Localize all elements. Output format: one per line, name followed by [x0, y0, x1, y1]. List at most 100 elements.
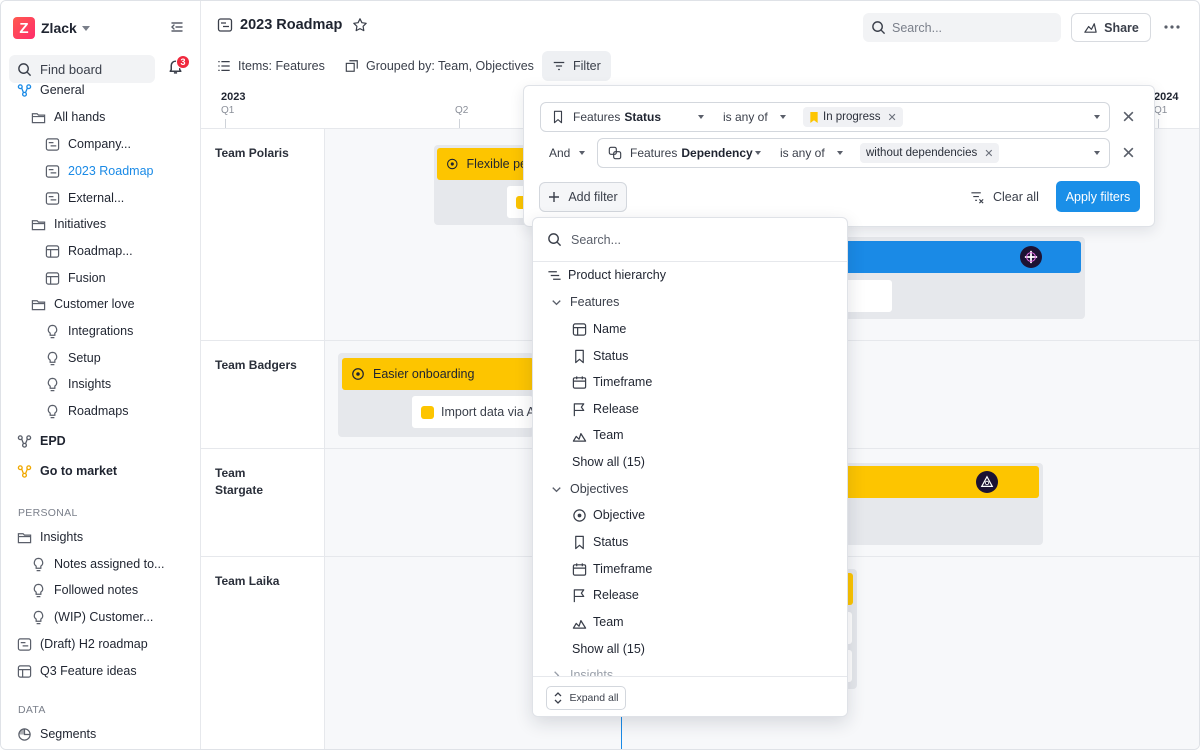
- sidebar-item-label: Roadmaps: [68, 404, 129, 418]
- conjunction-select[interactable]: And: [540, 138, 594, 168]
- chip-label: without dependencies: [866, 147, 978, 159]
- sidebar-item-general[interactable]: General: [17, 79, 84, 101]
- branch-icon: [17, 83, 32, 97]
- group-icon: [345, 60, 358, 72]
- bulb-icon: [47, 404, 58, 418]
- sidebar-item-label: Integrations: [68, 324, 134, 338]
- option-features-release[interactable]: Release: [572, 398, 639, 420]
- group-features[interactable]: Features: [549, 291, 619, 313]
- filter-field-select[interactable]: Features Dependency: [597, 138, 771, 168]
- sidebar-item-all-hands[interactable]: All hands: [31, 106, 105, 128]
- axis-tick: [459, 119, 460, 128]
- filter-button[interactable]: Filter: [542, 51, 611, 81]
- option-objectives-release[interactable]: Release: [572, 584, 639, 606]
- items-selector[interactable]: Items: Features: [217, 51, 325, 81]
- option-features-status[interactable]: Status: [572, 345, 628, 367]
- sidebar-item-personal-insights[interactable]: Insights: [17, 526, 83, 548]
- sidebar-item-roadmaps[interactable]: Roadmaps: [45, 400, 128, 422]
- remove-filter-icon[interactable]: [1122, 146, 1135, 159]
- option-features-team[interactable]: Team: [572, 424, 624, 446]
- clear-all-button[interactable]: Clear all: [970, 182, 1039, 212]
- sidebar-item-q3-feature-ideas[interactable]: Q3 Feature ideas: [17, 660, 137, 682]
- option-label: Product hierarchy: [568, 268, 666, 282]
- show-all-objectives[interactable]: Show all (15): [572, 638, 645, 660]
- remove-chip-icon[interactable]: ✕: [888, 111, 897, 124]
- expand-all-button[interactable]: Expand all: [546, 686, 626, 710]
- star-icon[interactable]: [352, 17, 368, 33]
- option-objectives-objective[interactable]: Objective: [572, 504, 645, 526]
- group-insights[interactable]: Insights: [549, 664, 613, 676]
- avatar-triangle[interactable]: [976, 471, 998, 493]
- sidebar-item-epd[interactable]: EPD: [17, 430, 66, 452]
- filter-value-select[interactable]: In progress ✕: [795, 102, 1110, 132]
- field-name: Status: [624, 110, 662, 124]
- workspace-switcher[interactable]: Z Zlack: [13, 16, 189, 40]
- remove-chip-icon[interactable]: ✕: [984, 147, 993, 160]
- option-features-timeframe[interactable]: Timeframe: [572, 371, 652, 393]
- option-label: Team: [593, 615, 624, 629]
- objective-bar-easier-onboarding[interactable]: Easier onboarding: [342, 358, 534, 390]
- option-objectives-team[interactable]: Team: [572, 611, 624, 633]
- folder-icon: [17, 532, 32, 543]
- app-window: Z Zlack Find board 3 General All hands C…: [0, 0, 1200, 750]
- sidebar-item-segments[interactable]: Segments: [17, 723, 96, 745]
- grouped-by-selector[interactable]: Grouped by: Team, Objectives: [345, 51, 534, 81]
- sidebar-item-label: Initiatives: [54, 217, 107, 231]
- share-button[interactable]: Share: [1071, 13, 1151, 42]
- filter-operator-select[interactable]: is any of: [770, 138, 853, 168]
- sidebar-item-fusion[interactable]: Fusion: [45, 267, 106, 289]
- sidebar-item-draft-h2[interactable]: (Draft) H2 roadmap: [17, 633, 148, 655]
- collapse-sidebar-icon[interactable]: [169, 19, 185, 35]
- objective-bar-flexible[interactable]: Flexible pe: [437, 148, 527, 180]
- sidebar-item-initiatives[interactable]: Initiatives: [31, 213, 106, 235]
- add-filter-dropdown: Search... Product hierarchy Features Nam…: [532, 217, 848, 717]
- sidebar-item-company[interactable]: Company...: [45, 133, 131, 155]
- grid-icon: [17, 664, 32, 678]
- sidebar-item-notes-assigned[interactable]: Notes assigned to...: [31, 553, 164, 575]
- sidebar-item-followed-notes[interactable]: Followed notes: [31, 579, 138, 601]
- sidebar-item-go-to-market[interactable]: Go to market: [17, 460, 117, 482]
- field-prefix: Features: [573, 110, 621, 124]
- dropdown-search-input[interactable]: Search...: [533, 218, 847, 262]
- bookmark-icon: [575, 349, 584, 363]
- remove-filter-icon[interactable]: [1122, 110, 1135, 123]
- filter-label: Filter: [573, 59, 601, 73]
- sidebar-item-integrations[interactable]: Integrations: [45, 320, 133, 342]
- option-objectives-status[interactable]: Status: [572, 531, 628, 553]
- sidebar-item-external[interactable]: External...: [45, 187, 124, 209]
- add-filter-button[interactable]: Add filter: [539, 182, 627, 212]
- bulb-icon: [33, 583, 44, 597]
- filter-field-select[interactable]: Features Status: [540, 102, 714, 132]
- sidebar-item-wip-customer[interactable]: (WIP) Customer...: [31, 606, 153, 628]
- sidebar-item-setup[interactable]: Setup: [45, 347, 101, 369]
- sidebar-item-label: Insights: [40, 530, 84, 544]
- apply-filters-button[interactable]: Apply filters: [1056, 181, 1140, 212]
- team-icon: [572, 432, 587, 442]
- search-input[interactable]: Search...: [863, 13, 1061, 42]
- clear-filter-icon: [971, 191, 984, 204]
- filter-value-select[interactable]: without dependencies ✕: [852, 138, 1110, 168]
- sidebar-item-insights[interactable]: Insights: [45, 373, 111, 395]
- sidebar-item-roadmap[interactable]: Roadmap...: [45, 240, 133, 262]
- share-icon: [1084, 23, 1097, 33]
- quarter-label-q1: Q1: [221, 105, 235, 116]
- sidebar-item-label: Customer love: [54, 297, 135, 311]
- group-objectives[interactable]: Objectives: [549, 478, 628, 500]
- bulb-icon: [47, 377, 58, 391]
- sidebar-item-label: All hands: [54, 110, 106, 124]
- show-all-features[interactable]: Show all (15): [572, 451, 645, 473]
- option-product-hierarchy[interactable]: Product hierarchy: [547, 264, 666, 286]
- feature-card-import-data[interactable]: Import data via AP: [411, 395, 534, 429]
- filter-operator-select[interactable]: is any of: [713, 102, 796, 132]
- sidebar-item-customer-love[interactable]: Customer love: [31, 293, 135, 315]
- option-label: Show all (15): [572, 642, 645, 656]
- option-objectives-timeframe[interactable]: Timeframe: [572, 558, 652, 580]
- more-options-icon[interactable]: [1163, 20, 1181, 34]
- quarter-label-q1-next: Q1: [1154, 105, 1168, 116]
- avatar-sparkle[interactable]: [1020, 246, 1042, 268]
- folder-icon: [31, 299, 46, 310]
- sidebar-item-2023-roadmap[interactable]: 2023 Roadmap: [45, 160, 153, 182]
- chevron-down-icon: [81, 25, 90, 31]
- chip-label: In progress: [823, 111, 881, 123]
- option-features-name[interactable]: Name: [572, 318, 626, 340]
